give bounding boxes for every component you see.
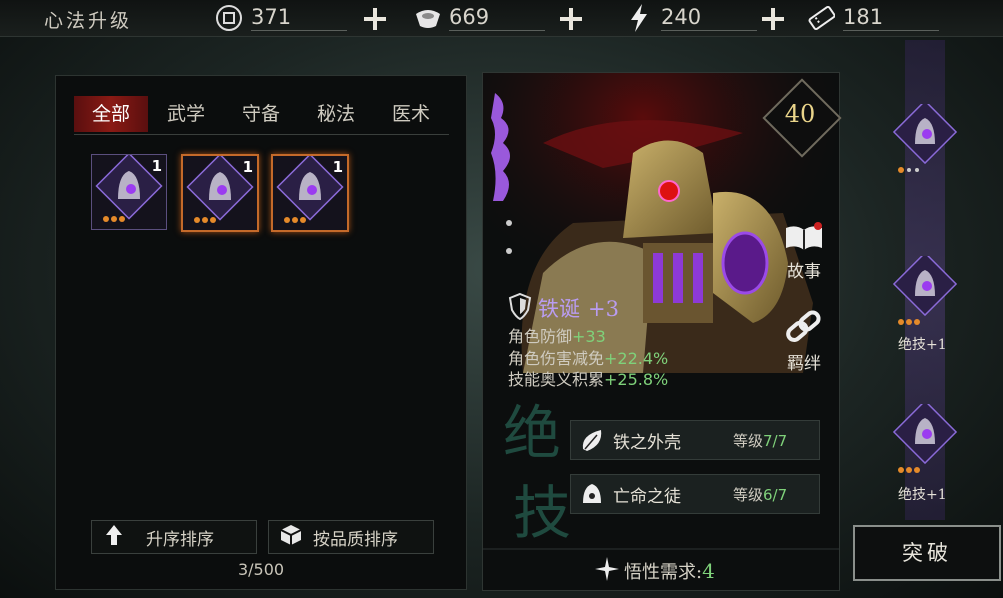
- stat-value: +33: [572, 327, 606, 346]
- inventory-item[interactable]: 1: [181, 154, 259, 232]
- coin-value: 371: [251, 5, 347, 31]
- sort-ascending-label: 升序排序: [146, 529, 214, 550]
- silver-ingot-icon: [413, 4, 441, 32]
- level-label: 等级: [733, 431, 764, 450]
- story-label: 故事: [787, 262, 821, 282]
- ticket-value: 181: [843, 5, 939, 31]
- book-icon: [780, 222, 828, 257]
- ultimate-skill-level: 等级6/7: [733, 484, 787, 505]
- sort-ascending-button[interactable]: 升序排序: [91, 520, 257, 554]
- armor-heart-icon: [892, 99, 958, 173]
- lightning-icon: [625, 4, 653, 32]
- item-quantity: 1: [242, 158, 253, 176]
- ultimate-skill-row[interactable]: 铁之外壳 等级7/7: [570, 420, 820, 460]
- coin-icon: [215, 4, 243, 32]
- armor-heart-icon: [892, 251, 958, 325]
- story-button[interactable]: 故事: [780, 222, 828, 282]
- stat-line: 技能奥义积累+25.8%: [508, 366, 668, 390]
- level-value: 6/7: [763, 485, 788, 504]
- top-bar: 心法升级 371 669 240 181: [0, 0, 1003, 37]
- skill-name: 铁诞: [538, 297, 580, 321]
- insight-requirement: 悟性需求:4: [624, 558, 715, 584]
- ticket-resource: 181: [807, 3, 939, 33]
- bond-button[interactable]: 羁绊: [780, 310, 828, 374]
- category-tabs: 全部 武学 守备 秘法 医术: [74, 96, 449, 135]
- add-silver-button[interactable]: [558, 6, 584, 32]
- armor-heart-icon: [892, 399, 958, 473]
- cube-icon: [279, 523, 303, 552]
- stat-label: 角色防御: [508, 327, 573, 346]
- stat-value: +25.8%: [604, 370, 669, 389]
- level-value: 7/7: [763, 431, 788, 450]
- tab-martial[interactable]: 武学: [149, 96, 223, 132]
- arrow-up-icon: [104, 523, 124, 552]
- page-title: 心法升级: [44, 10, 133, 32]
- sort-quality-button[interactable]: 按品质排序: [268, 520, 434, 554]
- stat-line: 角色防御+33: [508, 323, 606, 347]
- inventory-panel: 全部 武学 守备 秘法 医术 1 1 1 升序排序 按品质排序 3/500: [55, 75, 467, 590]
- breakthrough-button[interactable]: 突破: [853, 525, 1001, 581]
- inventory-item[interactable]: 1: [271, 154, 349, 232]
- core-heart-slot[interactable]: [892, 99, 958, 173]
- stamina-value: 240: [661, 5, 757, 31]
- skill-title: 铁诞 +3: [538, 293, 619, 323]
- bonus-heart-slot[interactable]: [892, 251, 958, 325]
- inventory-item[interactable]: 1: [91, 154, 167, 230]
- svg-text:技: 技: [513, 479, 571, 547]
- ultimate-skill-level: 等级7/7: [733, 430, 787, 451]
- ultimate-skill-row[interactable]: 亡命之徒 等级6/7: [570, 474, 820, 514]
- level-value: 40: [784, 100, 816, 128]
- level-label: 等级: [733, 485, 764, 504]
- bonus-heart-slot[interactable]: [892, 399, 958, 473]
- add-coin-button[interactable]: [362, 6, 388, 32]
- coin-resource: 371: [215, 3, 347, 33]
- add-stamina-button[interactable]: [760, 6, 786, 32]
- stat-label: 技能奥义积累: [508, 370, 605, 389]
- silver-resource: 669: [413, 3, 545, 33]
- chain-link-icon: [780, 310, 828, 349]
- tab-secret[interactable]: 秘法: [299, 96, 373, 132]
- slot-bonus-label: 绝技+1: [898, 337, 947, 353]
- item-quantity: 1: [332, 158, 343, 176]
- silver-value: 669: [449, 5, 545, 31]
- insight-label: 悟性需求:: [624, 562, 703, 583]
- stamina-resource: 240: [625, 3, 757, 33]
- ultimate-skill-name: 铁之外壳: [613, 432, 681, 453]
- ticket-icon: [807, 4, 835, 32]
- shield-icon: [508, 292, 532, 324]
- insight-value: 4: [702, 559, 715, 583]
- leaf-shield-icon: [579, 427, 605, 457]
- helmet-icon: [579, 481, 605, 511]
- tab-medicine[interactable]: 医术: [374, 96, 448, 132]
- tab-defense[interactable]: 守备: [224, 96, 298, 132]
- bond-label: 羁绊: [787, 354, 821, 374]
- slot-bonus-label: 绝技+1: [898, 487, 947, 503]
- sort-quality-label: 按品质排序: [313, 529, 398, 550]
- enhance-level: +3: [588, 297, 619, 321]
- inventory-count: 3/500: [237, 560, 285, 579]
- insight-star-icon: [594, 556, 620, 586]
- svg-text:绝: 绝: [503, 399, 561, 467]
- item-quantity: 1: [151, 157, 162, 175]
- tab-all[interactable]: 全部: [74, 96, 148, 132]
- ultimate-skill-name: 亡命之徒: [613, 486, 681, 507]
